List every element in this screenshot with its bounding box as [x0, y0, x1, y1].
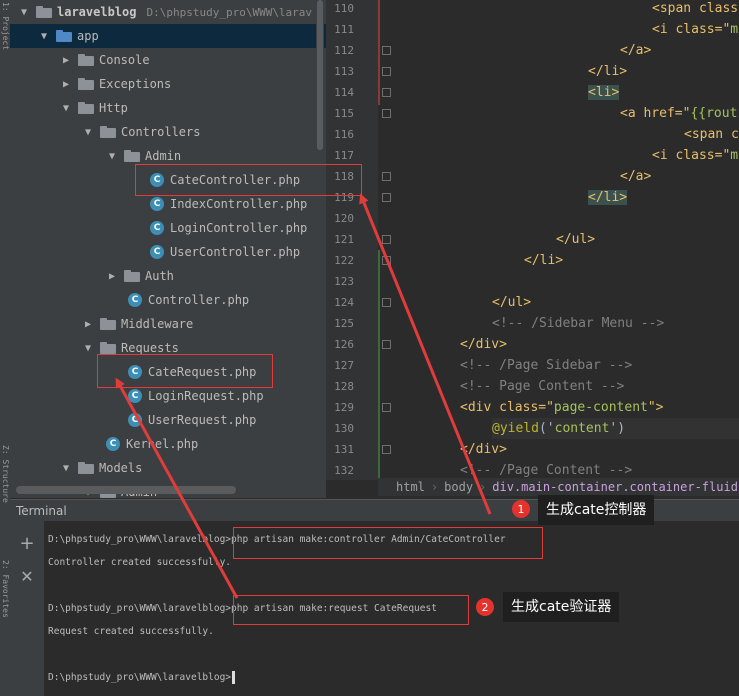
annotation-badge-2: 2	[476, 598, 494, 616]
annotation-arrows	[115, 193, 492, 599]
annotation-label-2: 生成cate验证器	[503, 592, 620, 622]
arrow-to-catecontroller	[359, 193, 492, 515]
annotation-badge-1: 1	[512, 500, 530, 518]
arrow-to-caterequest	[115, 377, 239, 599]
annotation-label-1: 生成cate控制器	[538, 495, 655, 525]
